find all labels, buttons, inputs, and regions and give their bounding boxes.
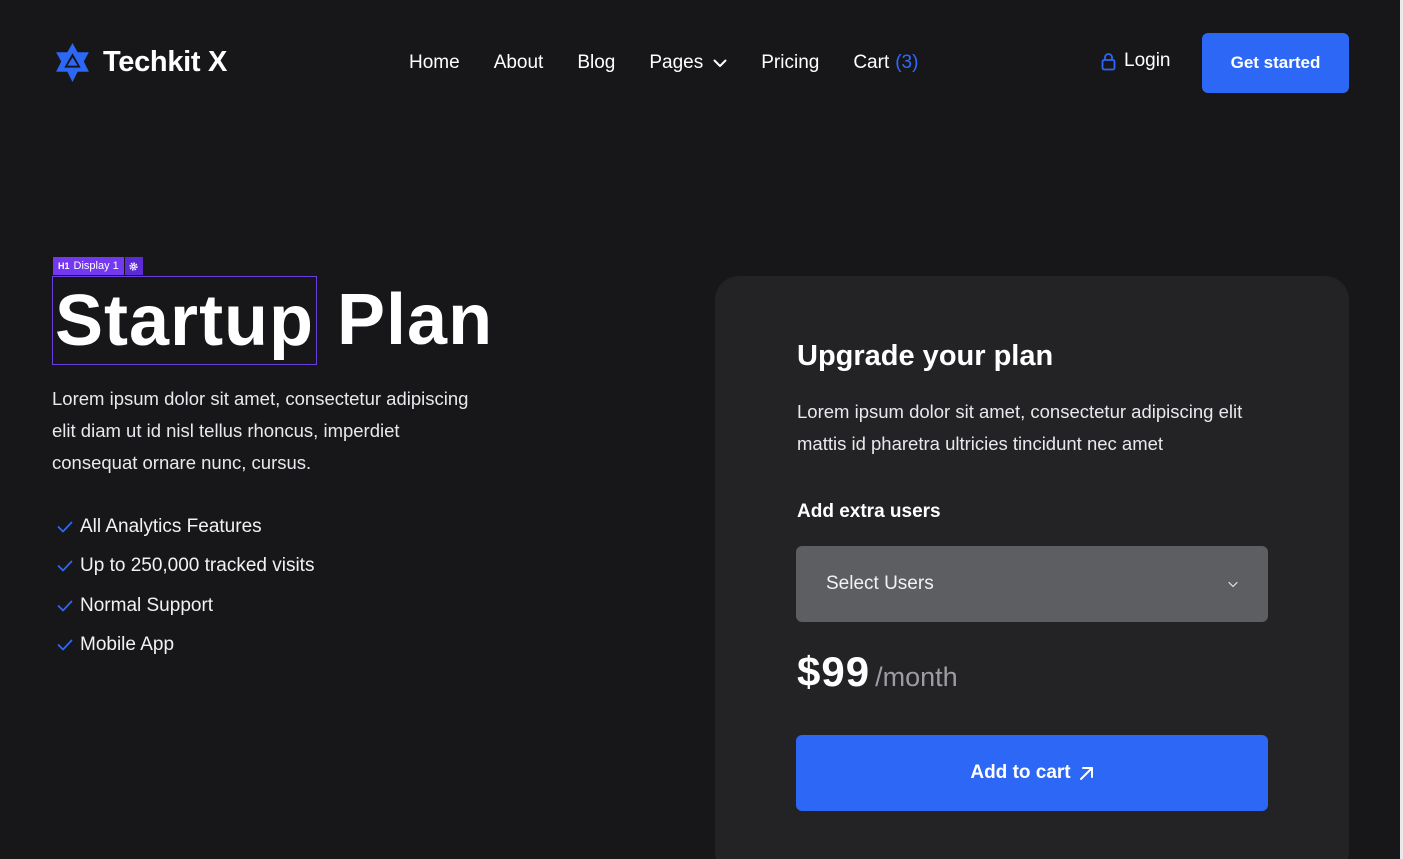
chevron-down-icon <box>1228 581 1238 587</box>
nav-cart-label: Cart <box>853 52 890 73</box>
badge-settings-button[interactable] <box>124 257 143 275</box>
nav-blog-label: Blog <box>577 52 616 73</box>
upgrade-plan-card: Upgrade your plan Lorem ipsum dolor sit … <box>715 276 1349 859</box>
chevron-down-icon <box>713 59 727 67</box>
nav-pages-label: Pages <box>649 52 704 73</box>
page-title: Startup Plan <box>52 276 493 365</box>
nav-pages[interactable]: Pages <box>649 52 727 74</box>
techkit-logo-icon <box>52 42 93 83</box>
nav-about[interactable]: About <box>494 52 544 74</box>
feature-label: Normal Support <box>80 594 214 616</box>
badge-label: H1 Display 1 <box>53 257 124 275</box>
title-word-selected: Startup <box>55 280 314 361</box>
arrow-up-right-icon <box>1079 766 1093 780</box>
page: Techkit X Home About Blog Pages Pricing … <box>0 0 1403 859</box>
feature-item: Normal Support <box>57 586 314 626</box>
nav-pricing[interactable]: Pricing <box>761 52 819 74</box>
check-icon <box>57 639 73 651</box>
brand-logo[interactable]: Techkit X <box>52 42 227 83</box>
card-description: Lorem ipsum dolor sit amet, consectetur … <box>797 401 1243 454</box>
add-to-cart-label: Add to cart <box>970 762 1071 783</box>
heading-tag: H1 <box>58 261 70 271</box>
select-users-value: Select Users <box>826 573 934 594</box>
badge-style-name: Display 1 <box>73 260 119 272</box>
price-display: $99 /month <box>797 648 958 696</box>
check-icon <box>57 521 73 533</box>
cart-count-badge: (3) <box>895 52 919 73</box>
feature-list: All Analytics Features Up to 250,000 tra… <box>57 507 314 665</box>
element-badge[interactable]: H1 Display 1 <box>53 257 143 275</box>
hero-description: Lorem ipsum dolor sit amet, consectetur … <box>52 388 469 473</box>
feature-label: All Analytics Features <box>80 515 262 537</box>
nav-home[interactable]: Home <box>409 52 460 74</box>
check-icon <box>57 600 73 612</box>
feature-label: Mobile App <box>80 634 175 656</box>
card-title: Upgrade your plan <box>797 340 1054 372</box>
extra-users-label: Add extra users <box>797 501 941 522</box>
feature-label: Up to 250,000 tracked visits <box>80 555 315 577</box>
feature-item: All Analytics Features <box>57 507 314 547</box>
login-link[interactable]: Login <box>1101 50 1171 72</box>
select-users-dropdown[interactable]: Select Users <box>796 546 1268 622</box>
nav-about-label: About <box>493 52 544 73</box>
price-period: /month <box>875 662 958 692</box>
login-label: Login <box>1124 50 1171 71</box>
lock-icon <box>1101 52 1116 70</box>
main-nav: Home About Blog Pages Pricing Cart (3) <box>409 50 952 76</box>
add-to-cart-button[interactable]: Add to cart <box>796 735 1268 811</box>
nav-cart[interactable]: Cart (3) <box>853 52 918 74</box>
gear-icon <box>129 261 138 271</box>
price-amount: $99 <box>797 648 871 695</box>
check-icon <box>57 560 73 572</box>
nav-pricing-label: Pricing <box>761 52 820 73</box>
feature-item: Mobile App <box>57 626 314 666</box>
get-started-button[interactable]: Get started <box>1202 33 1349 93</box>
brand-name: Techkit X <box>103 46 228 78</box>
title-word: Plan <box>337 280 494 360</box>
nav-home-label: Home <box>409 52 460 73</box>
feature-item: Up to 250,000 tracked visits <box>57 547 314 587</box>
nav-blog[interactable]: Blog <box>577 52 615 74</box>
title-selection[interactable]: Startup <box>52 276 317 365</box>
